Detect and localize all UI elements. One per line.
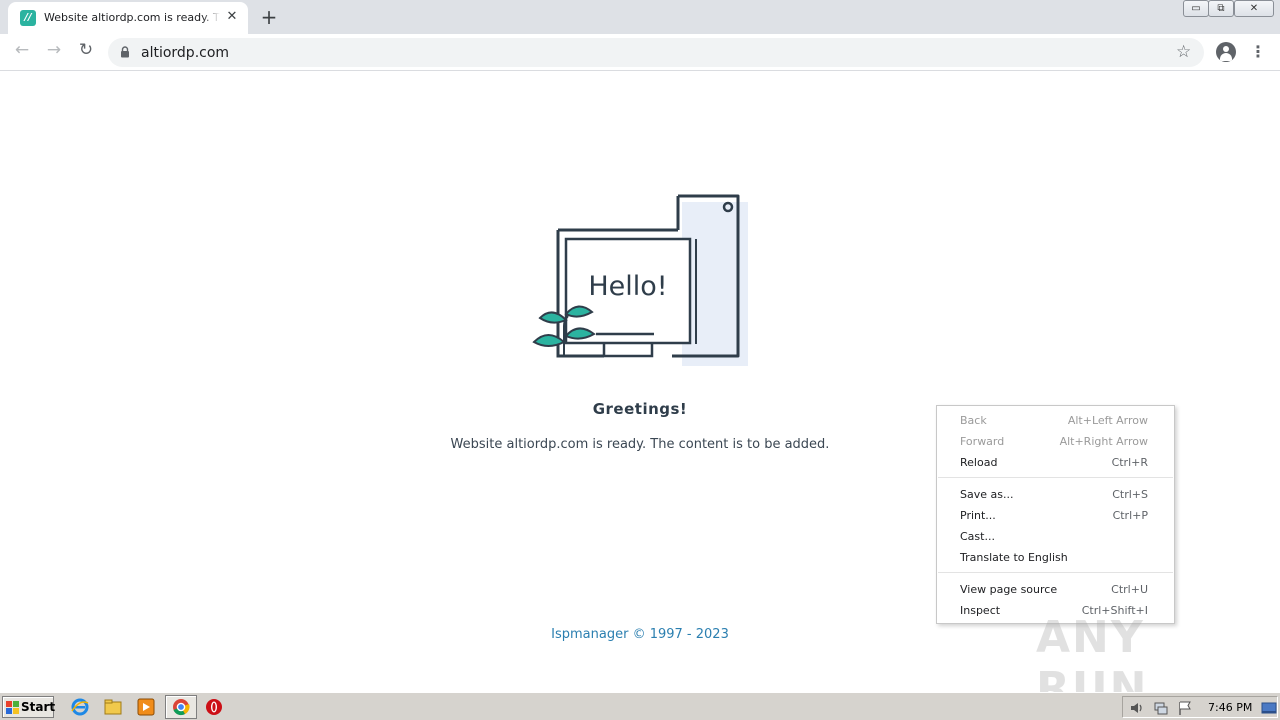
chrome-taskbar-button[interactable] xyxy=(165,695,197,719)
menu-item-forward[interactable]: Forward Alt+Right Arrow xyxy=(937,431,1174,452)
action-center-flag-icon[interactable] xyxy=(1177,700,1193,716)
menu-separator xyxy=(938,477,1173,478)
menu-item-reload[interactable]: Reload Ctrl+R xyxy=(937,452,1174,473)
start-button[interactable]: Start xyxy=(2,696,56,718)
windows-flag-icon xyxy=(6,701,19,714)
menu-item-shortcut: Ctrl+S xyxy=(1112,488,1148,501)
menu-item-label: View page source xyxy=(960,583,1058,596)
menu-item-label: Print... xyxy=(960,509,996,522)
menu-item-shortcut: Alt+Right Arrow xyxy=(1059,435,1148,448)
hello-illustration: Hello! xyxy=(532,194,748,366)
taskbar: Start 7:46 PM xyxy=(0,692,1280,720)
menu-item-view-source[interactable]: View page source Ctrl+U xyxy=(937,579,1174,600)
menu-item-label: Translate to English xyxy=(960,551,1068,564)
tab-close-icon[interactable]: ✕ xyxy=(224,9,240,25)
menu-item-shortcut: Alt+Left Arrow xyxy=(1067,414,1148,427)
network-icon[interactable] xyxy=(1153,700,1169,716)
address-bar[interactable]: altiordp.com ☆ xyxy=(108,38,1204,67)
anyrun-watermark: ANY RUN xyxy=(1036,612,1149,714)
menu-item-shortcut: Ctrl+U xyxy=(1111,583,1148,596)
new-tab-button[interactable]: + xyxy=(258,6,280,28)
menu-item-label: Inspect xyxy=(960,604,1001,617)
show-desktop-icon[interactable] xyxy=(1261,700,1277,716)
menu-item-label: Cast... xyxy=(960,530,995,543)
menu-item-label: Save as... xyxy=(960,488,1014,501)
minimize-button[interactable]: ▭ xyxy=(1183,0,1209,17)
taskbar-clock[interactable]: 7:46 PM xyxy=(1208,701,1252,714)
reload-button[interactable]: ↻ xyxy=(74,40,98,64)
menu-item-save-as[interactable]: Save as... Ctrl+S xyxy=(937,484,1174,505)
context-menu: Back Alt+Left Arrow Forward Alt+Right Ar… xyxy=(936,405,1175,624)
media-player-icon[interactable] xyxy=(136,697,156,717)
url-text[interactable]: altiordp.com xyxy=(141,45,229,61)
lock-icon[interactable] xyxy=(120,46,130,58)
volume-icon[interactable] xyxy=(1129,700,1145,716)
restore-button[interactable]: ⧉ xyxy=(1208,0,1234,17)
menu-item-shortcut: Ctrl+P xyxy=(1112,509,1148,522)
close-window-button[interactable]: ✕ xyxy=(1234,0,1274,17)
profile-avatar-icon[interactable] xyxy=(1216,42,1236,62)
menu-item-shortcut: Ctrl+R xyxy=(1111,456,1148,469)
bookmark-star-icon[interactable]: ☆ xyxy=(1176,42,1191,62)
tab-strip: // Website altiordp.com is ready. The co… xyxy=(0,0,1280,34)
ie-icon[interactable] xyxy=(70,697,90,717)
menu-item-translate[interactable]: Translate to English xyxy=(937,547,1174,568)
menu-item-cast[interactable]: Cast... xyxy=(937,526,1174,547)
menu-item-print[interactable]: Print... Ctrl+P xyxy=(937,505,1174,526)
forward-button[interactable]: → xyxy=(42,40,66,64)
menu-item-label: Back xyxy=(960,414,987,427)
browser-tab[interactable]: // Website altiordp.com is ready. The co… xyxy=(8,2,248,34)
menu-item-label: Reload xyxy=(960,456,998,469)
system-tray xyxy=(1122,696,1278,718)
menu-item-back[interactable]: Back Alt+Left Arrow xyxy=(937,410,1174,431)
tab-title: Website altiordp.com is ready. The conte… xyxy=(44,11,220,24)
menu-item-label: Forward xyxy=(960,435,1005,448)
back-button[interactable]: ← xyxy=(10,40,34,64)
browser-toolbar: ← → ↻ altiordp.com ☆ ⋮ xyxy=(0,34,1280,71)
site-favicon-icon: // xyxy=(20,10,36,26)
illustration-hello-text: Hello! xyxy=(588,271,667,302)
explorer-icon[interactable] xyxy=(103,697,123,717)
opera-icon[interactable] xyxy=(204,697,224,717)
menu-separator xyxy=(938,572,1173,573)
browser-menu-icon[interactable]: ⋮ xyxy=(1250,40,1266,64)
chrome-icon xyxy=(173,699,190,716)
start-label: Start xyxy=(21,700,56,714)
